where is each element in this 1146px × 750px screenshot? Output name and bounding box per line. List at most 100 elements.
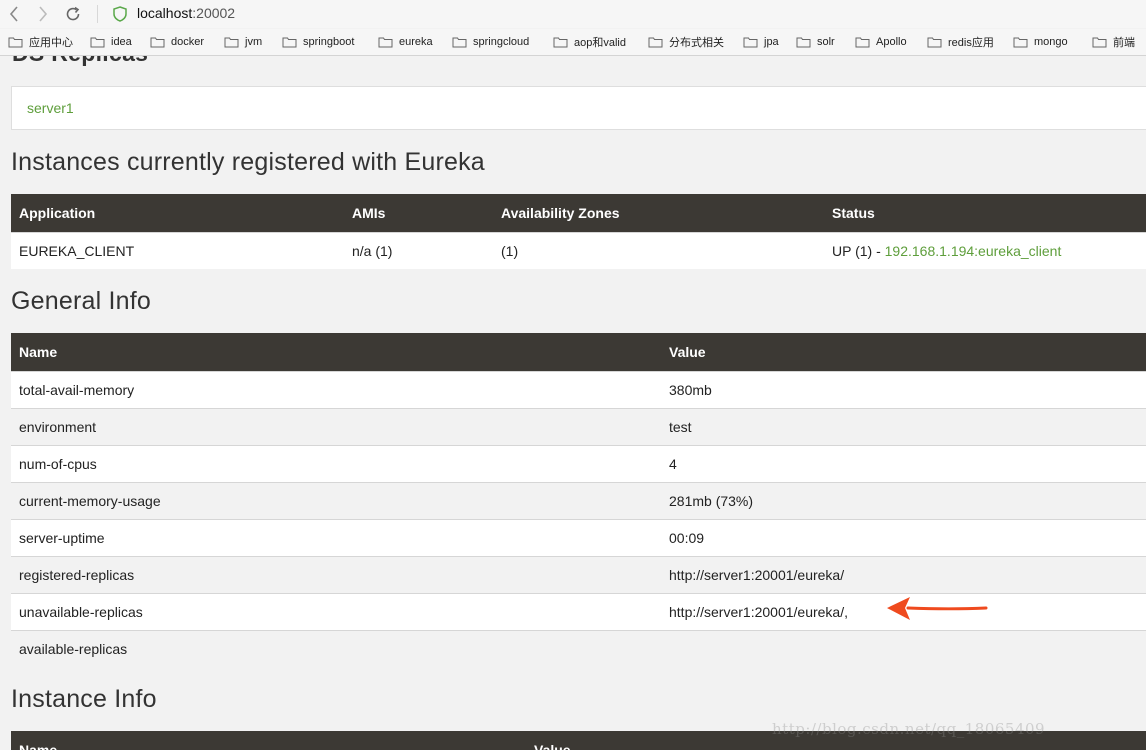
folder-icon xyxy=(1092,37,1107,48)
bookmark-item[interactable]: idea xyxy=(90,29,132,55)
folder-icon xyxy=(743,37,758,48)
instances-header-row: Application AMIs Availability Zones Stat… xyxy=(11,194,1146,233)
bookmark-label: Apollo xyxy=(876,36,907,48)
shield-icon xyxy=(113,6,127,22)
ds-replicas-title: DS Replicas xyxy=(12,56,148,67)
bookmark-item[interactable]: aop和valid xyxy=(553,29,626,55)
forward-button[interactable] xyxy=(33,4,53,24)
cell-name: environment xyxy=(11,408,661,446)
cell-application: EUREKA_CLIENT xyxy=(11,232,344,269)
bookmark-item[interactable]: springboot xyxy=(282,29,354,55)
general-info-title: General Info xyxy=(11,287,151,315)
cell-value: http://server1:20001/eureka/ xyxy=(661,556,1146,594)
bookmark-item[interactable]: jvm xyxy=(224,29,262,55)
annotation-arrow-icon xyxy=(887,597,988,620)
header-name: Name xyxy=(11,731,526,750)
bookmark-label: springcloud xyxy=(473,36,530,48)
bookmark-label: springboot xyxy=(303,36,355,48)
folder-icon xyxy=(927,37,942,48)
cell-amis: n/a (1) xyxy=(344,232,493,269)
browser-toolbar: localhost:20002 xyxy=(0,0,1146,28)
cell-name: unavailable-replicas xyxy=(11,593,661,631)
folder-icon xyxy=(150,37,165,48)
back-button[interactable] xyxy=(4,4,24,24)
bookmark-item[interactable]: 前端 xyxy=(1092,29,1135,55)
bookmark-label: aop和valid xyxy=(574,37,626,49)
bookmark-label: 分布式相关 xyxy=(669,37,724,49)
cell-name: current-memory-usage xyxy=(11,482,661,520)
bookmark-item[interactable]: eureka xyxy=(378,29,433,55)
cell-name: registered-replicas xyxy=(11,556,661,594)
cell-value: 00:09 xyxy=(661,519,1146,557)
folder-icon xyxy=(452,37,467,48)
cell-value: 380mb xyxy=(661,371,1146,409)
bookmark-label: solr xyxy=(817,36,835,48)
bookmark-item[interactable]: 应用中心 xyxy=(8,29,73,55)
table-row: available-replicas xyxy=(11,630,1146,667)
folder-icon xyxy=(282,37,297,48)
folder-icon xyxy=(8,37,23,48)
cell-zones: (1) xyxy=(493,232,824,269)
bookmark-item[interactable]: 分布式相关 xyxy=(648,29,724,55)
bookmark-label: 应用中心 xyxy=(29,37,73,49)
bookmark-label: jvm xyxy=(245,36,263,48)
replica-server-link[interactable]: server1 xyxy=(27,100,74,116)
bookmark-item[interactable]: springcloud xyxy=(452,29,529,55)
table-row: environment test xyxy=(11,408,1146,446)
chevron-right-icon xyxy=(39,6,48,22)
folder-icon xyxy=(855,37,870,48)
bookmark-item[interactable]: solr xyxy=(796,29,835,55)
bookmark-item[interactable]: mongo xyxy=(1013,29,1068,55)
watermark: http://blog.csdn.net/qq_18065409 xyxy=(772,720,1046,738)
cell-value: test xyxy=(661,408,1146,446)
reload-button[interactable] xyxy=(63,4,83,24)
cell-value: 281mb (73%) xyxy=(661,482,1146,520)
header-status: Status xyxy=(824,194,1146,233)
header-application: Application xyxy=(11,194,344,233)
general-info-header-row: Name Value xyxy=(11,333,1146,372)
bookmark-label: 前端 xyxy=(1113,37,1135,49)
header-amis: AMIs xyxy=(344,194,493,233)
folder-icon xyxy=(1013,37,1028,48)
cell-name: server-uptime xyxy=(11,519,661,557)
cell-name: total-avail-memory xyxy=(11,371,661,409)
bookmark-label: jpa xyxy=(764,36,779,48)
url-port: :20002 xyxy=(192,5,236,21)
bookmarks-bar: 应用中心 idea docker jvm springboot eureka springc… xyxy=(0,29,1146,56)
bookmark-label: idea xyxy=(111,36,132,48)
bookmark-item[interactable]: docker xyxy=(150,29,204,55)
instances-table: Application AMIs Availability Zones Stat… xyxy=(11,194,1146,269)
toolbar-divider xyxy=(97,5,98,23)
header-value: Value xyxy=(661,333,1146,372)
bookmark-label: redis应用 xyxy=(948,37,994,49)
status-text: UP (1) - xyxy=(832,243,885,259)
table-row: registered-replicas http://server1:20001/… xyxy=(11,556,1146,594)
folder-icon xyxy=(90,37,105,48)
bookmark-label: mongo xyxy=(1034,36,1068,48)
reload-icon xyxy=(66,6,80,21)
table-row: server-uptime 00:09 xyxy=(11,519,1146,557)
address-bar[interactable]: localhost:20002 xyxy=(137,5,235,21)
table-row: EUREKA_CLIENT n/a (1) (1) UP (1) - 192.1… xyxy=(11,232,1146,269)
header-zones: Availability Zones xyxy=(493,194,824,233)
url-host: localhost xyxy=(137,5,193,21)
bookmark-label: docker xyxy=(171,36,205,48)
instance-link[interactable]: 192.168.1.194:eureka_client xyxy=(885,243,1062,259)
cell-value xyxy=(661,630,1146,667)
instances-title: Instances currently registered with Eure… xyxy=(11,148,485,176)
cell-value: 4 xyxy=(661,445,1146,483)
table-row: current-memory-usage 281mb (73%) xyxy=(11,482,1146,520)
page-content: DS Replicas server1 Instances currently … xyxy=(0,56,1146,750)
bookmark-item[interactable]: jpa xyxy=(743,29,779,55)
instance-info-title: Instance Info xyxy=(11,685,157,713)
header-name: Name xyxy=(11,333,661,372)
folder-icon xyxy=(378,37,393,48)
bookmark-item[interactable]: redis应用 xyxy=(927,29,994,55)
chevron-left-icon xyxy=(9,6,18,22)
bookmark-label: eureka xyxy=(399,36,433,48)
folder-icon xyxy=(553,37,568,48)
cell-name: num-of-cpus xyxy=(11,445,661,483)
bookmark-item[interactable]: Apollo xyxy=(855,29,907,55)
cell-status: UP (1) - 192.168.1.194:eureka_client xyxy=(824,232,1146,269)
cell-name: available-replicas xyxy=(11,630,661,667)
